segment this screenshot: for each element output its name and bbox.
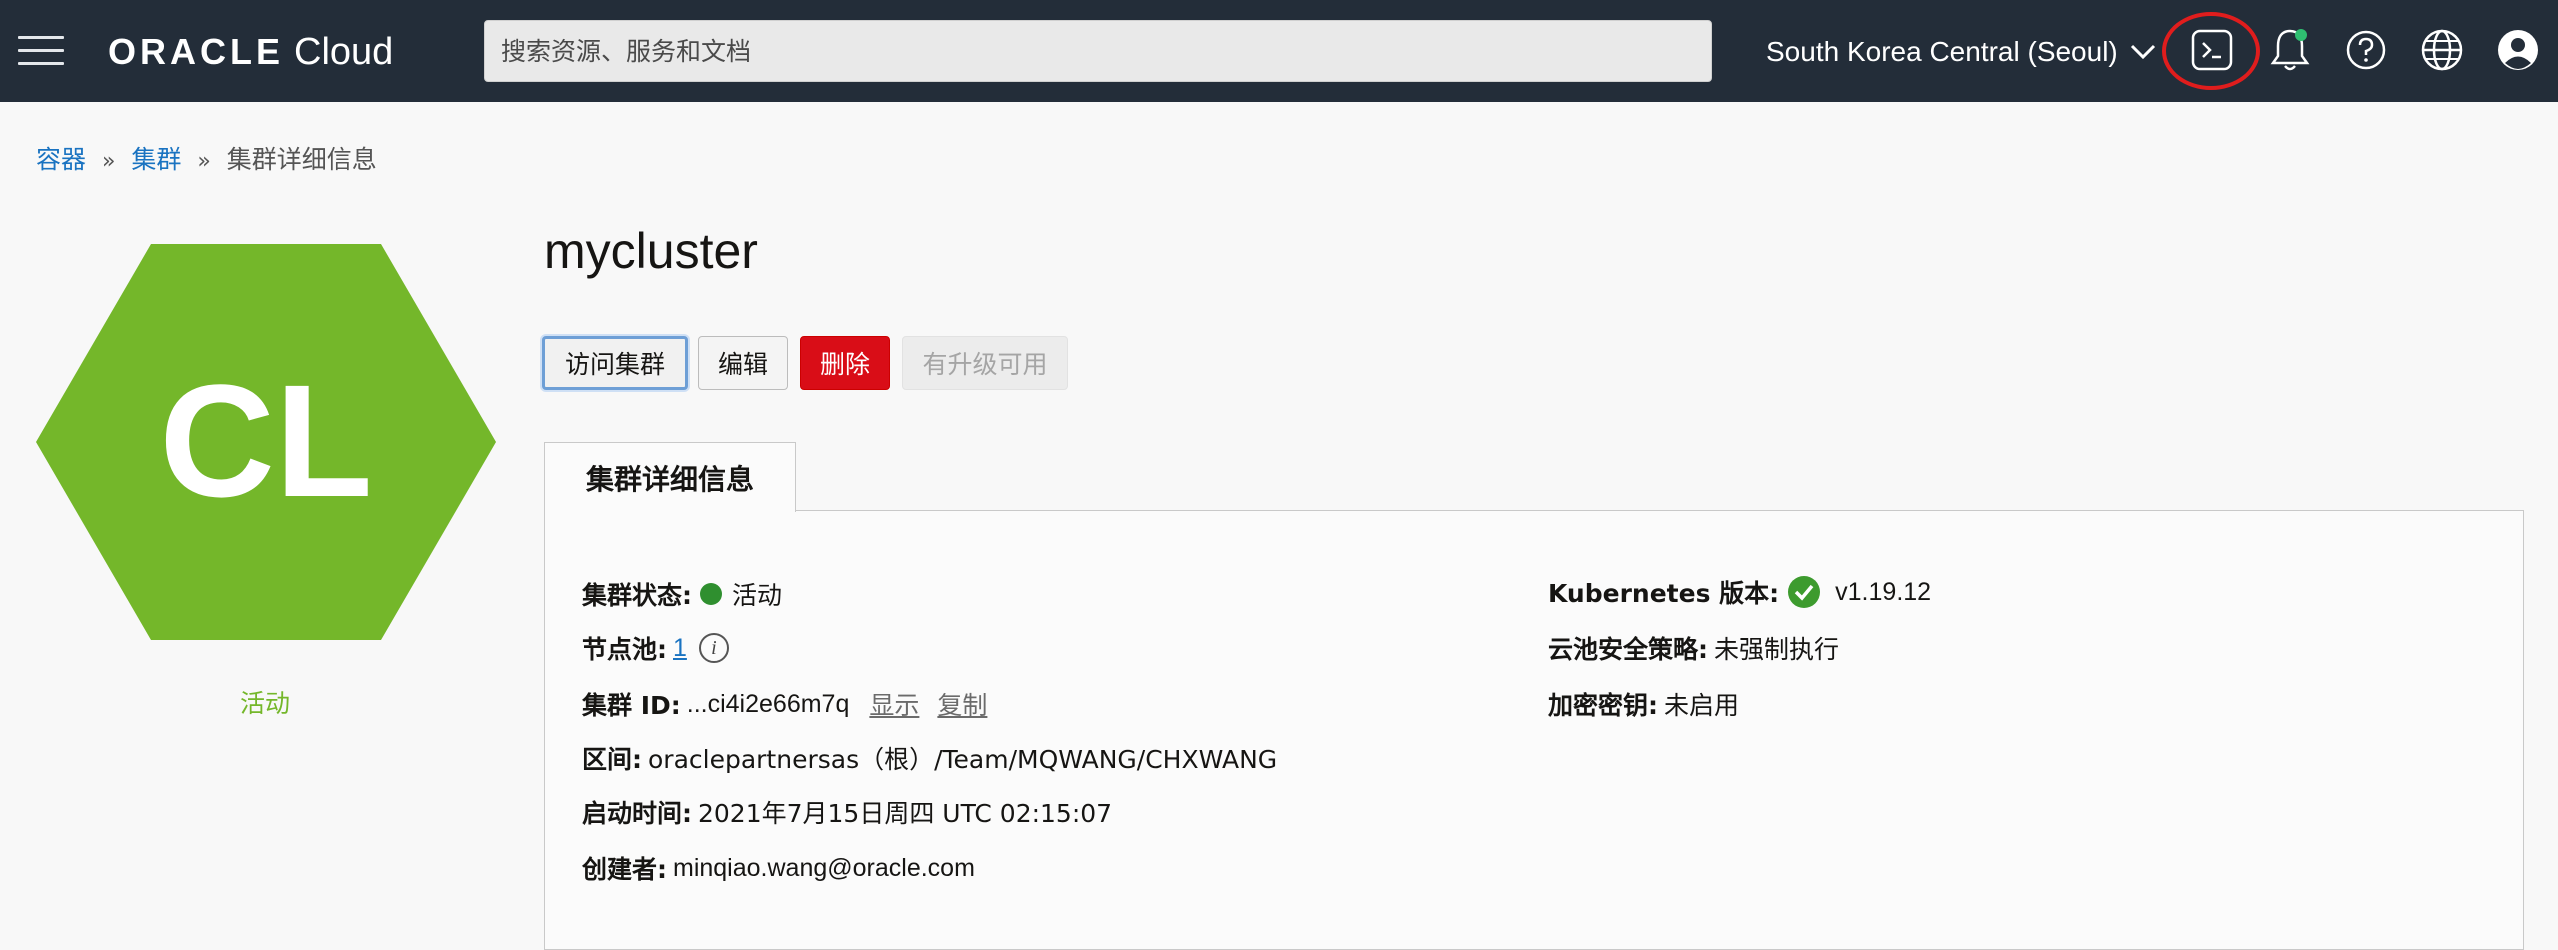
compartment-row: 区间: oraclepartnersas（根）/Team/MQWANG/CHXW… [582, 740, 1277, 776]
bell-icon [2270, 29, 2310, 71]
kubernetes-version-value: v1.19.12 [1835, 577, 1932, 606]
breadcrumb: 容器 » 集群 » 集群详细信息 [36, 140, 377, 176]
cluster-lifecycle-status: 活动 [239, 689, 290, 718]
compartment-label: 区间: [582, 745, 642, 774]
hexagon-initials: CL [159, 351, 372, 530]
pod-security-policy-label: 云池安全策略: [1548, 635, 1708, 664]
cluster-status-value: 活动 [732, 581, 783, 610]
region-selector[interactable]: South Korea Central (Seoul) [1766, 28, 2156, 76]
breadcrumb-containers-link[interactable]: 容器 [36, 145, 86, 174]
access-cluster-button[interactable]: 访问集群 [542, 336, 688, 390]
pod-security-policy-value: 未强制执行 [1714, 635, 1840, 664]
user-icon [2498, 30, 2538, 70]
encryption-key-row: 加密密钥: 未启用 [1548, 686, 1739, 722]
check-circle-icon [1788, 576, 1821, 608]
tab-cluster-details[interactable]: 集群详细信息 [544, 442, 796, 512]
cluster-status-row: 集群状态: 活动 [582, 576, 782, 612]
search-input[interactable] [484, 20, 1712, 82]
edit-button[interactable]: 编辑 [698, 336, 788, 390]
start-time-value: 2021年7月15日周四 UTC 02:15:07 [698, 799, 1113, 828]
info-icon[interactable]: i [698, 633, 729, 663]
help-button[interactable] [2338, 22, 2394, 78]
brand-cloud: Cloud [294, 30, 394, 73]
start-time-row: 启动时间: 2021年7月15日周四 UTC 02:15:07 [582, 794, 1112, 830]
kubernetes-version-row: Kubernetes 版本: v1.19.12 [1548, 574, 1931, 610]
notifications-button[interactable] [2262, 22, 2318, 78]
node-pools-link[interactable]: 1 [673, 634, 687, 663]
menu-icon[interactable] [18, 36, 64, 66]
upgrade-available-button: 有升级可用 [902, 336, 1068, 390]
kubernetes-version-label: Kubernetes 版本: [1548, 579, 1780, 608]
page-title: mycluster [544, 223, 758, 279]
cluster-status-label: 集群状态: [582, 581, 692, 610]
cluster-id-row: 集群 ID: ...ci4i2e66m7q 显示 复制 [582, 686, 987, 722]
creator-row: 创建者: minqiao.wang@oracle.com [582, 850, 975, 886]
brand-oracle: ORACLE [108, 31, 284, 72]
creator-label: 创建者: [582, 855, 667, 884]
globe-icon [2421, 29, 2463, 71]
breadcrumb-current: 集群详细信息 [226, 145, 377, 174]
start-time-label: 启动时间: [582, 799, 692, 828]
node-pools-row: 节点池: 1 i [582, 630, 729, 666]
status-active-icon [700, 583, 722, 605]
encryption-key-label: 加密密钥: [1548, 691, 1658, 720]
breadcrumb-clusters-link[interactable]: 集群 [131, 145, 181, 174]
cloud-shell-icon [2191, 29, 2233, 71]
language-button[interactable] [2414, 22, 2470, 78]
copy-id-link[interactable]: 复制 [937, 686, 987, 722]
delete-button[interactable]: 删除 [800, 336, 890, 390]
cluster-id-label: 集群 ID: [582, 691, 681, 720]
cloud-shell-button[interactable] [2184, 22, 2240, 78]
help-icon [2346, 30, 2386, 70]
show-id-link[interactable]: 显示 [869, 686, 919, 722]
cluster-id-value: ...ci4i2e66m7q [686, 689, 850, 718]
profile-button[interactable] [2490, 22, 2546, 78]
chevron-down-icon [2130, 44, 2155, 60]
encryption-key-value: 未启用 [1664, 691, 1740, 720]
creator-value: minqiao.wang@oracle.com [673, 853, 975, 882]
breadcrumb-separator: » [101, 149, 116, 174]
oracle-cloud-logo[interactable]: ORACLE Cloud [108, 30, 393, 74]
region-label: South Korea Central (Seoul) [1766, 36, 2118, 67]
breadcrumb-separator: » [197, 149, 211, 174]
compartment-value: oraclepartnersas（根）/Team/MQWANG/CHXWANG [648, 745, 1278, 774]
top-navigation-bar: ORACLE Cloud South Korea Central (Seoul) [0, 0, 2558, 102]
node-pools-label: 节点池: [582, 635, 667, 664]
pod-security-policy-row: 云池安全策略: 未强制执行 [1548, 630, 1839, 666]
cluster-hexagon-icon: CL [36, 244, 496, 640]
